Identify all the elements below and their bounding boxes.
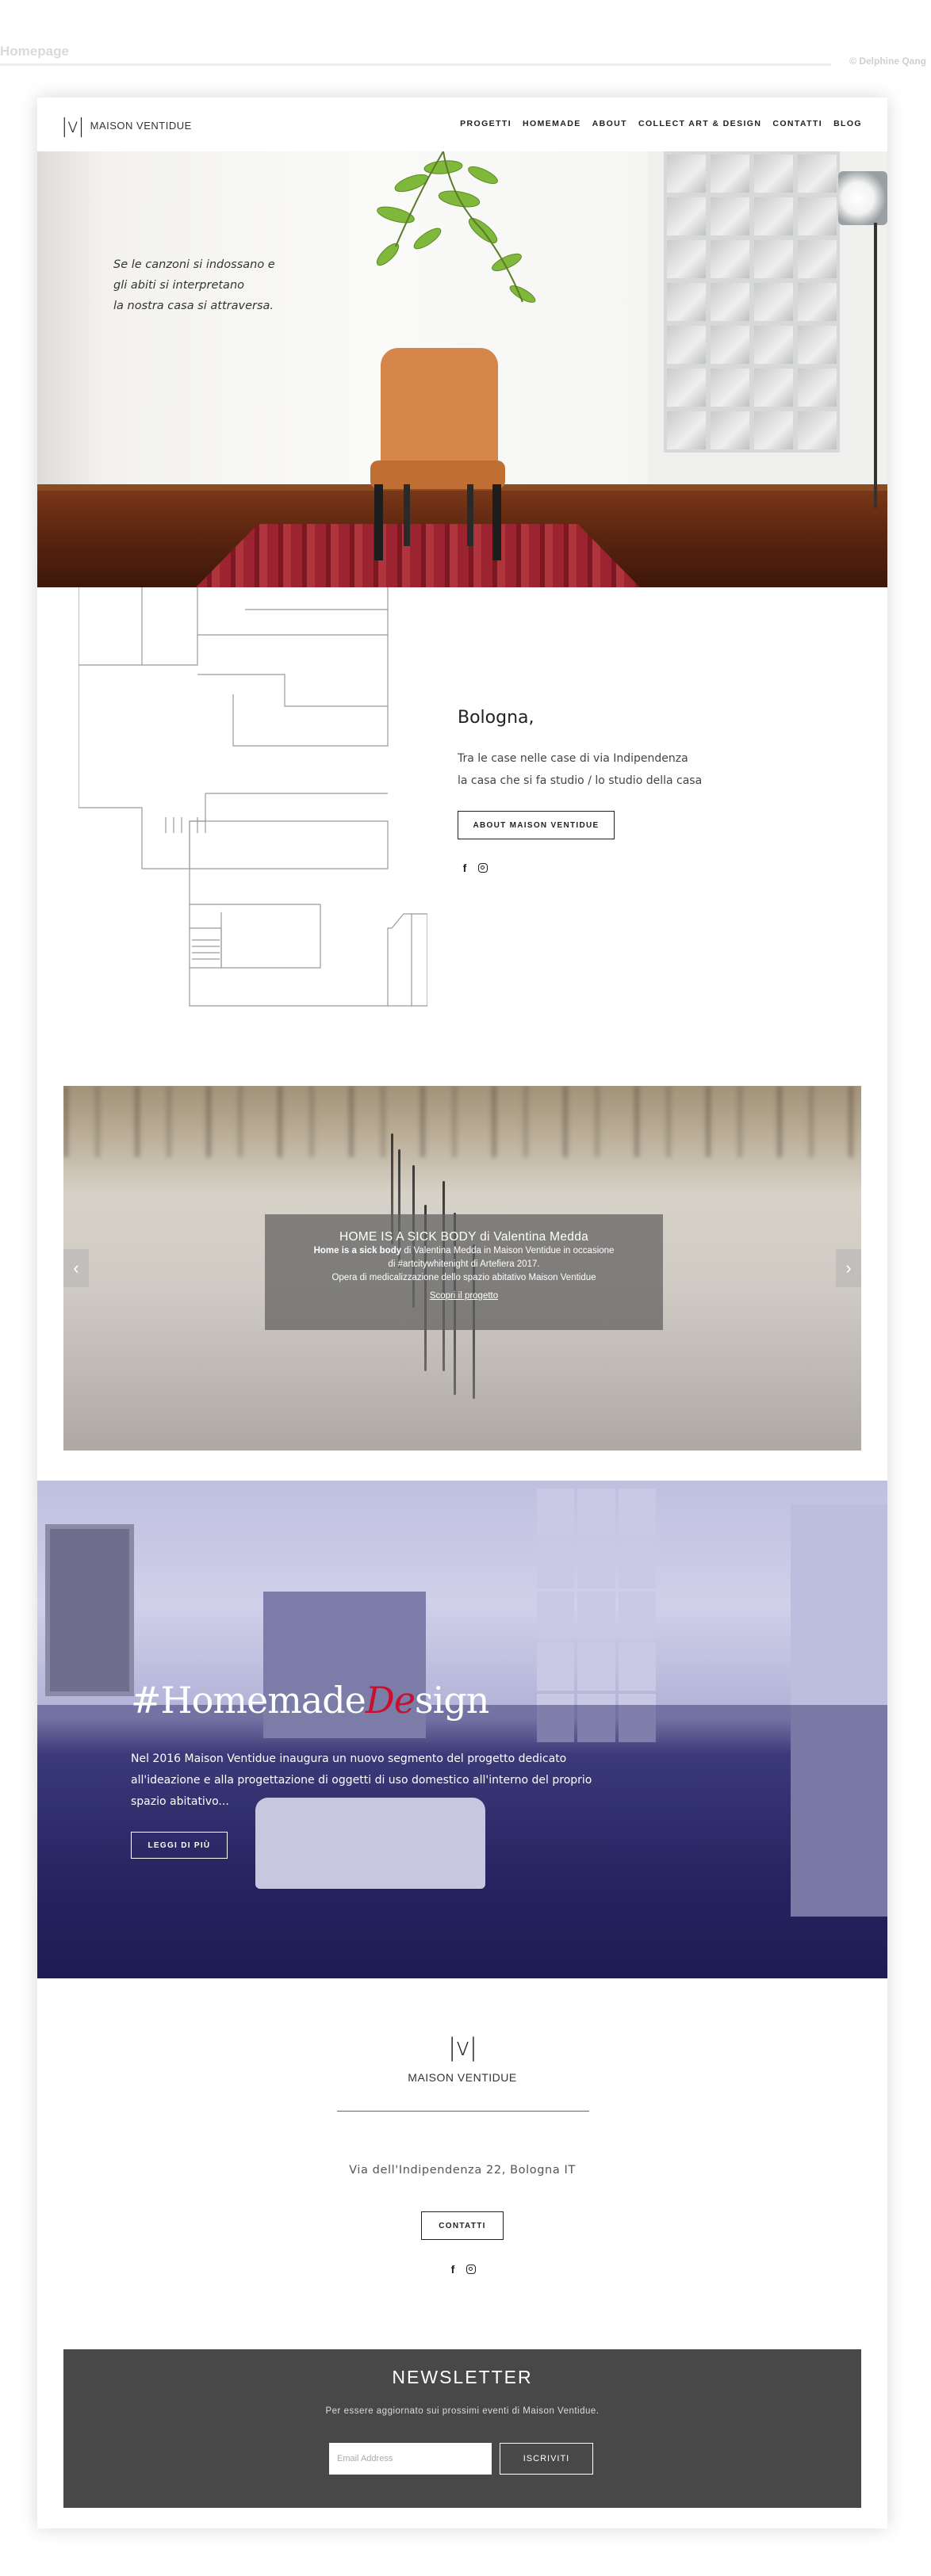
instagram-icon[interactable]: [478, 863, 488, 873]
lamp-stand: [874, 223, 877, 508]
homemade-line: spazio abitativo...: [131, 1795, 229, 1808]
footer-divider: [337, 2111, 589, 2112]
presentation-divider: [0, 63, 831, 66]
logo-mark: |v|: [61, 114, 85, 137]
hero-quote-line: la nostra casa si attraversa.: [113, 300, 274, 312]
nav-item-contatti[interactable]: CONTATTI: [772, 119, 822, 128]
homemade-line: all'ideazione e alla progettazione di og…: [131, 1774, 592, 1787]
contact-button[interactable]: CONTATTI: [421, 2211, 504, 2240]
glass-block-window: [664, 151, 840, 453]
about-description: Tra le case nelle case di via Indipenden…: [458, 747, 702, 792]
read-more-button[interactable]: LEGGI DI PIÙ: [131, 1832, 228, 1859]
city-heading: Bologna,: [458, 708, 534, 728]
hero-rug: [196, 524, 640, 587]
slide-title: HOME IS A SICK BODY di Valentina Medda: [339, 1230, 589, 1244]
title-part: #Homemade: [131, 1679, 366, 1722]
main-menu: PROGETTI HOMEMADE ABOUT COLLECT ART & DE…: [460, 119, 862, 128]
subscribe-button[interactable]: ISCRIVITI: [500, 2443, 593, 2475]
slide-text-line: Home is a sick body di Valentina Medda i…: [265, 1244, 663, 1258]
website-frame: |v| MAISON VENTIDUE PROGETTI HOMEMADE AB…: [37, 97, 887, 2528]
slider-next-button[interactable]: ›: [836, 1249, 861, 1287]
homemade-design-section: #HomemadeDesign Nel 2016 Maison Ventidue…: [37, 1481, 887, 1978]
glass-block-window: [537, 1489, 656, 1742]
about-line: Tra le case nelle case di via Indipenden…: [458, 752, 688, 765]
presentation-title: Homepage: [0, 44, 69, 59]
about-line: la casa che si fa studio / lo studio del…: [458, 774, 703, 787]
studio-lamp: [838, 171, 887, 225]
discover-project-link[interactable]: Scopri il progetto: [430, 1291, 498, 1301]
chair-leg: [467, 484, 473, 546]
facebook-icon[interactable]: f: [447, 2263, 458, 2276]
social-links: f: [459, 862, 488, 874]
nav-item-homemade[interactable]: HOMEMADE: [523, 119, 581, 128]
logo-text: MAISON VENTIDUE: [90, 120, 192, 132]
nav-item-progetti[interactable]: PROGETTI: [460, 119, 511, 128]
chair-seat: [370, 461, 505, 489]
homemade-line: Nel 2016 Maison Ventidue inaugura un nuo…: [131, 1752, 567, 1765]
newsletter-section: NEWSLETTER Per essere aggiornato sui pro…: [63, 2349, 861, 2508]
chair-leg: [374, 484, 383, 560]
slide-text-line: Opera di medicalizzazione dello spazio a…: [331, 1273, 596, 1282]
floorplan-drawing: [79, 587, 427, 1007]
hero-quote-line: gli abiti si interpretano: [113, 279, 245, 292]
chair: [381, 348, 498, 475]
homemade-description: Nel 2016 Maison Ventidue inaugura un nuo…: [131, 1749, 638, 1813]
slide-text-bold: Home is a sick body: [313, 1246, 402, 1256]
nav-item-about[interactable]: ABOUT: [592, 119, 627, 128]
title-accent: De: [365, 1679, 416, 1722]
slide-caption: HOME IS A SICK BODY di Valentina Medda H…: [265, 1214, 663, 1330]
site-logo[interactable]: |v| MAISON VENTIDUE: [61, 114, 192, 137]
newsletter-title: NEWSLETTER: [392, 2367, 533, 2387]
about-maison-button[interactable]: ABOUT MAISON VENTIDUE: [458, 811, 615, 839]
footer-address: Via dell'Indipendenza 22, Bologna IT: [349, 2164, 576, 2177]
plant-illustration: [376, 151, 536, 303]
nav-item-blog[interactable]: BLOG: [833, 119, 862, 128]
slide-text-line: di #artcitywhitenight di Artefiera 2017.: [388, 1259, 540, 1269]
top-navbar: |v| MAISON VENTIDUE PROGETTI HOMEMADE AB…: [37, 97, 887, 151]
slide-text-rest: di Valentina Medda in Maison Ventidue in…: [401, 1246, 615, 1256]
footer-social-links: f: [447, 2263, 476, 2276]
hero-quote: Se le canzoni si indossano e gli abiti s…: [113, 254, 275, 316]
email-input[interactable]: [329, 2443, 492, 2475]
wall-painting: [45, 1524, 134, 1696]
instagram-icon[interactable]: [466, 2265, 476, 2274]
chair-leg: [404, 484, 410, 546]
hero-quote-line: Se le canzoni si indossano e: [113, 258, 275, 271]
newsletter-subtitle: Per essere aggiornato sui prossimi event…: [325, 2406, 600, 2416]
slider-background-blur: [63, 1086, 861, 1157]
title-part: sign: [415, 1679, 489, 1722]
footer-logo-mark[interactable]: |v|: [37, 2033, 887, 2062]
nav-item-collect-art-design[interactable]: COLLECT ART & DESIGN: [638, 119, 761, 128]
presentation-credit: © Delphine Qang: [849, 55, 926, 67]
footer-brand: MAISON VENTIDUE: [408, 2071, 517, 2084]
facebook-icon[interactable]: f: [459, 862, 470, 874]
homemade-design-title: #HomemadeDesign: [131, 1679, 489, 1722]
chair-leg: [492, 484, 501, 560]
hero-image: Se le canzoni si indossano e gli abiti s…: [37, 151, 887, 587]
slider-prev-button[interactable]: ‹: [63, 1249, 89, 1287]
project-slider: HOME IS A SICK BODY di Valentina Medda H…: [63, 1086, 861, 1450]
